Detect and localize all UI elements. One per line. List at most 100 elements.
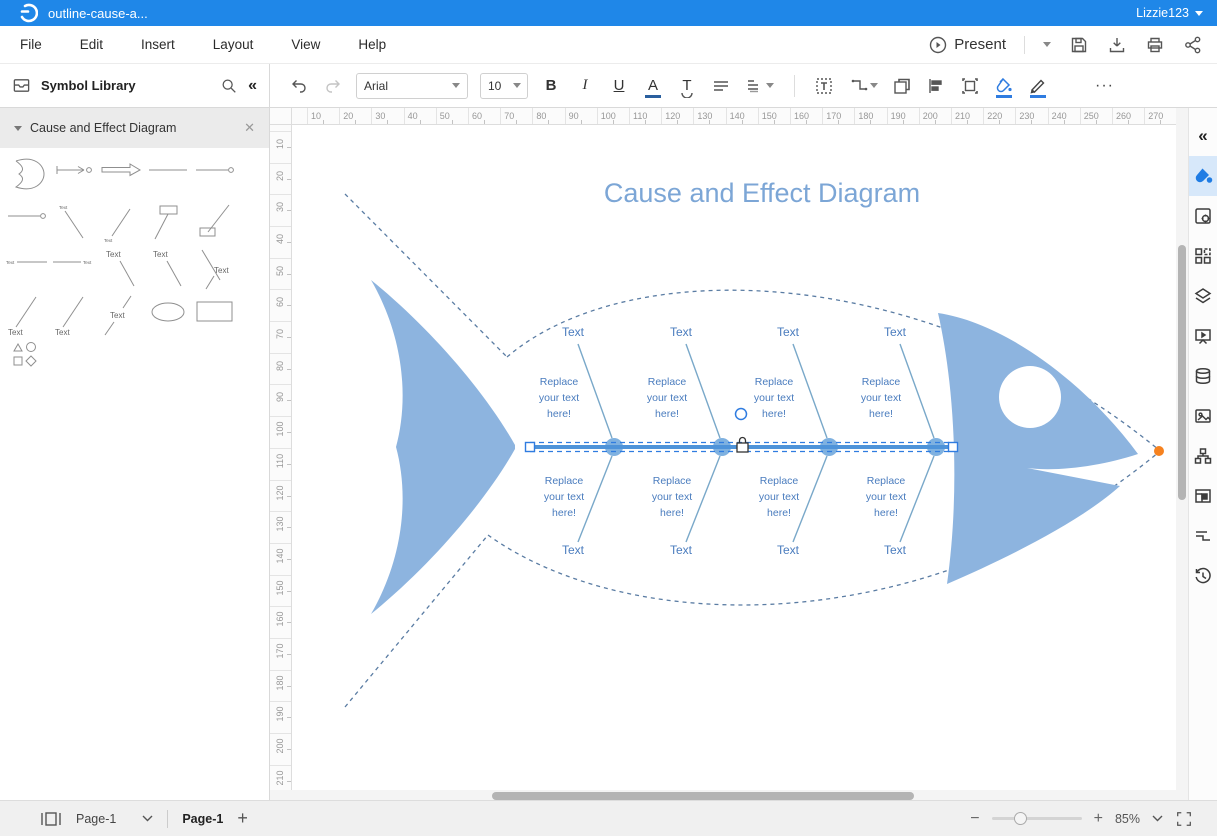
bone-top-3[interactable]: [793, 344, 827, 438]
fill-style-icon[interactable]: [1189, 156, 1217, 196]
vertical-scrollbar[interactable]: [1176, 108, 1188, 800]
symbol-branch-tiny-text-bottom[interactable]: Text: [98, 200, 145, 246]
symbol-branch-tiny-text-top[interactable]: Text: [51, 200, 98, 246]
page-tab[interactable]: Page-1: [182, 812, 223, 826]
line-spacing-button[interactable]: [740, 71, 780, 101]
fill-style-button[interactable]: [989, 71, 1019, 101]
replace-text-top-1[interactable]: here!: [547, 408, 571, 420]
replace-text-top-4[interactable]: your text: [861, 392, 901, 404]
symbol-branch-text-bottom-1[interactable]: Text: [4, 292, 51, 338]
present-button[interactable]: Present: [928, 35, 1006, 55]
line-style-icon[interactable]: [1189, 516, 1217, 556]
zoom-in-button[interactable]: +: [1094, 810, 1103, 828]
bone-top-4[interactable]: [900, 344, 934, 438]
selection-handle-right[interactable]: [949, 442, 958, 451]
replace-text-bottom-3[interactable]: here!: [767, 507, 791, 519]
menu-view[interactable]: View: [291, 37, 320, 52]
replace-text-bottom-3[interactable]: Replace: [760, 475, 799, 487]
fish-tail-shape[interactable]: [371, 280, 515, 614]
search-icon[interactable]: [220, 77, 238, 95]
zoom-out-button[interactable]: −: [970, 810, 979, 828]
save-icon[interactable]: [1069, 35, 1089, 55]
org-structure-icon[interactable]: [1189, 436, 1217, 476]
replace-text-top-2[interactable]: here!: [655, 408, 679, 420]
add-page-button[interactable]: +: [237, 808, 248, 829]
replace-text-top-2[interactable]: your text: [647, 392, 687, 404]
picture-icon[interactable]: [1189, 396, 1217, 436]
group-button[interactable]: [955, 71, 985, 101]
bone-top-label-3[interactable]: Text: [777, 325, 800, 339]
align-shapes-button[interactable]: [921, 71, 951, 101]
menu-layout[interactable]: Layout: [213, 37, 254, 52]
fish-head-shape[interactable]: [938, 313, 1138, 584]
menu-help[interactable]: Help: [358, 37, 386, 52]
vertical-scrollbar-thumb[interactable]: [1178, 245, 1186, 500]
replace-text-bottom-4[interactable]: your text: [866, 491, 906, 503]
print-icon[interactable]: [1145, 35, 1165, 55]
underline-button[interactable]: U: [604, 71, 634, 101]
symbol-branch-text-top-1[interactable]: Text: [98, 246, 145, 292]
collapse-library-icon[interactable]: «: [248, 77, 257, 95]
frame-icon[interactable]: [1189, 476, 1217, 516]
fishbone-diagram[interactable]: Cause and Effect DiagramTextTextReplaceR…: [292, 125, 1176, 785]
bone-top-label-4[interactable]: Text: [884, 325, 907, 339]
account-menu[interactable]: Lizzie123: [1136, 6, 1217, 20]
bone-top-label-1[interactable]: Text: [562, 325, 585, 339]
symbol-line-endpoint[interactable]: [192, 154, 239, 200]
zoom-slider-knob[interactable]: [1014, 812, 1027, 825]
replace-text-bottom-2[interactable]: here!: [660, 507, 684, 519]
symbol-line-endpoint-long[interactable]: [4, 200, 51, 246]
replace-text-bottom-4[interactable]: here!: [874, 507, 898, 519]
document-tab-title[interactable]: outline-cause-a...: [48, 6, 148, 21]
symbol-branch-text-top-2[interactable]: Text: [145, 246, 192, 292]
symbol-box-branch-mid[interactable]: [192, 200, 239, 246]
presentation-icon[interactable]: [1189, 316, 1217, 356]
replace-text-top-4[interactable]: here!: [869, 408, 893, 420]
rotation-handle[interactable]: [736, 408, 747, 419]
symbol-ellipse-shape[interactable]: [145, 292, 192, 338]
zoom-dropdown-icon[interactable]: [1152, 815, 1163, 822]
replace-text-top-3[interactable]: here!: [762, 408, 786, 420]
font-family-select[interactable]: Arial: [356, 73, 468, 99]
italic-button[interactable]: I: [570, 71, 600, 101]
symbol-segment-text-right[interactable]: Text: [51, 246, 98, 292]
substitute-shape-button[interactable]: [887, 71, 917, 101]
more-tools-button[interactable]: ···: [1095, 77, 1114, 95]
share-icon[interactable]: [1183, 35, 1203, 55]
replace-text-bottom-1[interactable]: here!: [552, 507, 576, 519]
symbol-branch-text-right[interactable]: Text: [192, 246, 239, 292]
layers-icon[interactable]: [1189, 276, 1217, 316]
replace-text-top-4[interactable]: Replace: [862, 376, 901, 388]
replace-text-bottom-1[interactable]: your text: [544, 491, 584, 503]
connector-tool-button[interactable]: [843, 71, 883, 101]
horizontal-scrollbar[interactable]: [270, 790, 1176, 800]
line-style-pen-button[interactable]: [1023, 71, 1053, 101]
page-selector[interactable]: Page-1: [76, 812, 153, 826]
download-icon[interactable]: [1107, 35, 1127, 55]
menu-edit[interactable]: Edit: [80, 37, 103, 52]
horizontal-scrollbar-thumb[interactable]: [492, 792, 914, 800]
replace-text-bottom-2[interactable]: Replace: [653, 475, 692, 487]
text-style-button[interactable]: T: [672, 71, 702, 101]
replace-text-top-2[interactable]: Replace: [648, 376, 687, 388]
menu-file[interactable]: File: [20, 37, 42, 52]
symbol-branch-text-bottom-2[interactable]: Text: [51, 292, 98, 338]
symbol-branch-text-mid[interactable]: Text: [98, 292, 145, 338]
zoom-level[interactable]: 85%: [1115, 812, 1140, 826]
symbol-outline-arrow[interactable]: [98, 154, 145, 200]
replace-text-top-1[interactable]: Replace: [540, 376, 579, 388]
bone-bottom-label-3[interactable]: Text: [777, 543, 800, 557]
history-icon[interactable]: [1189, 556, 1217, 596]
menu-insert[interactable]: Insert: [141, 37, 175, 52]
symbol-fish-head-outline[interactable]: [4, 154, 51, 200]
replace-text-bottom-3[interactable]: your text: [759, 491, 799, 503]
replace-text-bottom-1[interactable]: Replace: [545, 475, 584, 487]
library-section-header[interactable]: Cause and Effect Diagram ✕: [0, 108, 269, 148]
replace-text-top-3[interactable]: your text: [754, 392, 794, 404]
symbol-main-bone-arrow[interactable]: [51, 154, 98, 200]
present-dropdown-icon[interactable]: [1043, 42, 1051, 47]
bold-button[interactable]: B: [536, 71, 566, 101]
bone-bottom-label-2[interactable]: Text: [670, 543, 693, 557]
section-collapse-icon[interactable]: [14, 126, 22, 131]
symbol-rectangle-shape[interactable]: [192, 292, 239, 338]
